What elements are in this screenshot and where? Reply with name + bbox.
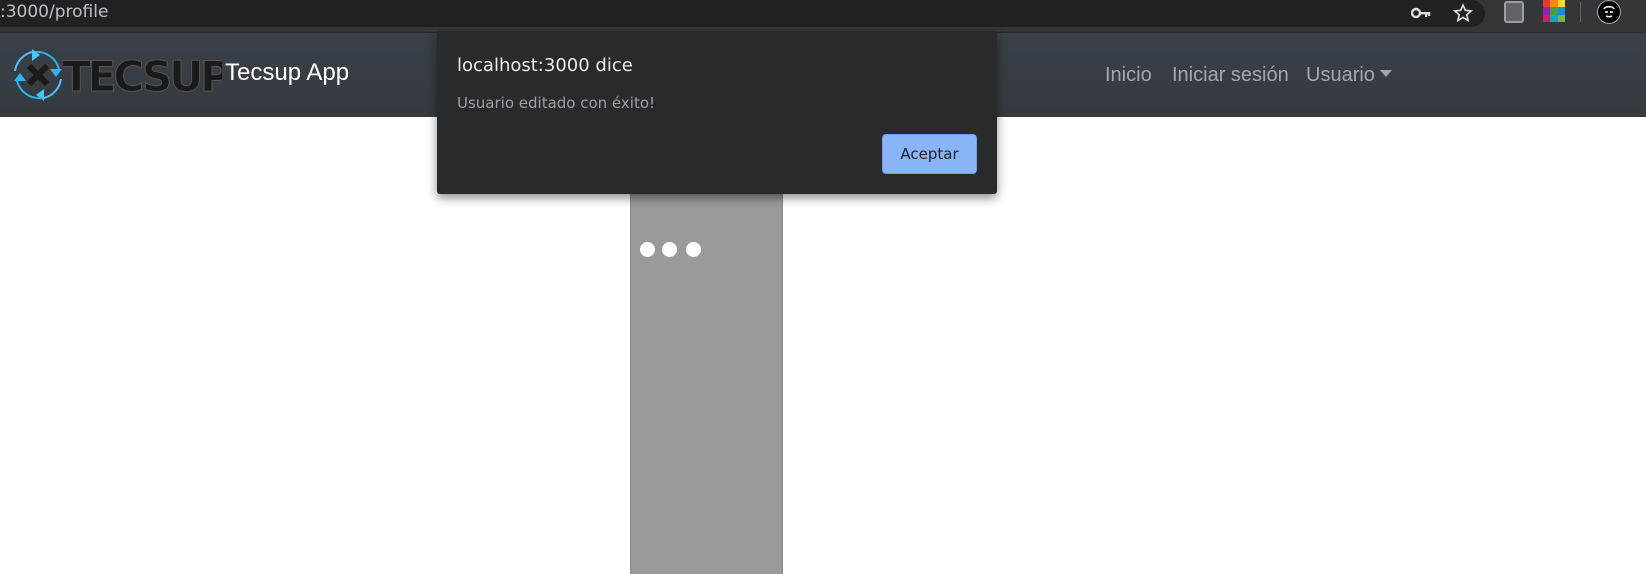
browser-toolbar: :3000/profile xyxy=(0,0,1646,33)
dialog-message: Usuario editado con éxito! xyxy=(457,94,656,112)
loading-dot-1 xyxy=(640,242,655,257)
brand-title[interactable]: Tecsup App xyxy=(225,59,349,87)
address-bar[interactable]: :3000/profile xyxy=(0,0,1485,27)
star-icon[interactable] xyxy=(1452,2,1474,24)
nav-dropdown-user-label: Usuario xyxy=(1306,64,1375,86)
loading-dot-3 xyxy=(686,242,701,257)
tecsup-logo[interactable]: TECSUP xyxy=(12,49,234,102)
profile-avatar-icon[interactable] xyxy=(1597,0,1621,24)
nav-dropdown-user[interactable]: Usuario xyxy=(1306,64,1392,87)
svg-text:TECSUP: TECSUP xyxy=(62,52,222,101)
alert-dialog: localhost:3000 dice Usuario editado con … xyxy=(437,31,997,194)
toolbar-separator xyxy=(1580,2,1581,22)
extension-icon[interactable] xyxy=(1504,1,1524,23)
dialog-title: localhost:3000 dice xyxy=(457,55,633,76)
caret-down-icon xyxy=(1379,70,1392,77)
loading-dot-2 xyxy=(662,242,677,257)
url-text[interactable]: :3000/profile xyxy=(0,2,108,22)
nav-link-login[interactable]: Iniciar sesión xyxy=(1172,64,1289,87)
accept-button[interactable]: Aceptar xyxy=(882,134,977,174)
color-grid-extension-icon[interactable] xyxy=(1543,0,1565,22)
key-icon[interactable] xyxy=(1410,2,1432,24)
nav-link-home[interactable]: Inicio xyxy=(1105,64,1152,87)
